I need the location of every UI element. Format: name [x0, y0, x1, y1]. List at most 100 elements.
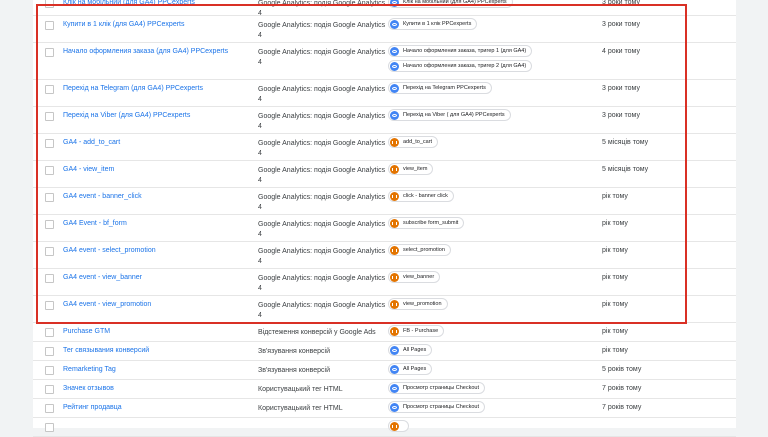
row-checkbox[interactable] — [45, 112, 54, 121]
trigger-chip[interactable]: Просмотр страницы Checkout — [388, 401, 486, 413]
last-edited-date: рік тому — [602, 347, 628, 354]
trigger-chip[interactable]: subscribe form_submit — [388, 217, 465, 229]
tag-name-link[interactable]: Рейтинг продавца — [63, 404, 253, 411]
custom-event-trigger-icon — [390, 137, 399, 147]
trigger-label: add_to_cart — [403, 139, 433, 145]
last-edited-date: 7 років тому — [602, 385, 642, 392]
tag-name-link[interactable]: GA4 - view_item — [63, 166, 253, 173]
table-row[interactable]: GA4 event - select_promotion Google Analy… — [33, 242, 736, 269]
row-checkbox[interactable] — [45, 274, 54, 283]
trigger-chip[interactable]: click - banner click — [388, 190, 454, 202]
table-row[interactable]: Remarketing Tag Зв'язування конверсій All … — [33, 361, 736, 380]
trigger-chip[interactable]: FB - Purchase — [388, 325, 445, 337]
trigger-chip[interactable]: select_promotion — [388, 244, 451, 256]
trigger-chip[interactable] — [388, 420, 409, 432]
table-row[interactable]: Перехід на Viber (для GA4) PPCexperts Goo… — [33, 107, 736, 134]
row-checkbox[interactable] — [45, 48, 54, 57]
trigger-chip[interactable]: view_banner — [388, 271, 441, 283]
trigger-chip[interactable]: Перехід на Viber ( для GA4) PPCexperts — [388, 109, 511, 121]
trigger-label: All Pages — [403, 366, 427, 372]
table-row[interactable]: Рейтинг продавца Користувацький тег HTML П… — [33, 399, 736, 418]
row-checkbox[interactable] — [45, 347, 54, 356]
row-checkbox[interactable] — [45, 385, 54, 394]
tag-name-link[interactable]: Purchase GTM — [63, 328, 253, 335]
trigger-chip[interactable]: Перехід на Telegram PPCexperts — [388, 82, 492, 94]
row-checkbox[interactable] — [45, 139, 54, 148]
trigger-chip[interactable]: All Pages — [388, 363, 433, 375]
trigger-chip[interactable]: view_item — [388, 163, 434, 175]
custom-event-trigger-icon — [390, 421, 399, 431]
tag-name-link[interactable]: Начало оформления заказа (для GA4) PPCex… — [63, 48, 253, 55]
row-checkbox[interactable] — [45, 328, 54, 337]
row-checkbox[interactable] — [45, 366, 54, 375]
custom-event-trigger-icon — [390, 272, 399, 282]
row-checkbox[interactable] — [45, 247, 54, 256]
table-row[interactable]: Купити в 1 клік (для GA4) PPCexperts Goog… — [33, 16, 736, 43]
tag-name-link[interactable]: Перехід на Telegram (для GA4) PPCexperts — [63, 85, 253, 92]
row-checkbox[interactable] — [45, 193, 54, 202]
firing-triggers: FB - Purchase — [388, 325, 445, 340]
table-row[interactable]: GA4 event - view_promotion Google Analyti… — [33, 296, 736, 323]
table-row[interactable]: Значек отзывов Користувацький тег HTML Про… — [33, 380, 736, 399]
row-checkbox[interactable] — [45, 404, 54, 413]
tag-type: Google Analytics: подія Google Analytics… — [258, 302, 386, 319]
tag-type: Користувацький тег HTML — [258, 386, 343, 393]
trigger-chip[interactable]: Просмотр страницы Checkout — [388, 382, 486, 394]
tag-type: Google Analytics: подія Google Analytics… — [258, 248, 386, 265]
firing-triggers: Перехід на Telegram PPCexperts — [388, 82, 492, 97]
tag-name-link[interactable]: GA4 - add_to_cart — [63, 139, 253, 146]
row-checkbox[interactable] — [45, 85, 54, 94]
trigger-label: view_banner — [403, 274, 435, 280]
tag-type: Google Analytics: подія Google Analytics… — [258, 140, 386, 157]
tag-type: Google Analytics: подія Google Analytics… — [258, 221, 386, 238]
firing-triggers: add_to_cart — [388, 136, 439, 151]
tag-name-link[interactable]: Remarketing Tag — [63, 366, 253, 373]
trigger-chip[interactable]: Начало оформления заказа, тригер 1 (для … — [388, 45, 533, 57]
table-row[interactable]: GA4 Event - bf_form Google Analytics: под… — [33, 215, 736, 242]
tag-type: Google Analytics: подія Google Analytics… — [258, 86, 386, 103]
trigger-label: All Pages — [403, 347, 427, 353]
firing-triggers: All Pages — [388, 363, 433, 378]
trigger-chip[interactable]: view_promotion — [388, 298, 448, 310]
click-trigger-icon — [390, 0, 399, 7]
tag-name-link[interactable]: Значек отзывов — [63, 385, 253, 392]
custom-event-trigger-icon — [390, 245, 399, 255]
table-row[interactable]: GA4 - view_item Google Analytics: подія G… — [33, 161, 736, 188]
row-checkbox[interactable] — [45, 21, 54, 30]
table-row[interactable]: Перехід на Telegram (для GA4) PPCexperts… — [33, 80, 736, 107]
table-row[interactable]: GA4 event - banner_click Google Analytics… — [33, 188, 736, 215]
tag-name-link[interactable]: GA4 event - view_banner — [63, 274, 253, 281]
trigger-chip[interactable]: Купити в 1 клік PPCexperts — [388, 18, 478, 30]
tag-name-link[interactable]: Купити в 1 клік (для GA4) PPCexperts — [63, 21, 253, 28]
click-trigger-icon — [390, 83, 399, 93]
tag-name-link[interactable]: GA4 event - banner_click — [63, 193, 253, 200]
trigger-chip[interactable]: add_to_cart — [388, 136, 439, 148]
tag-name-link[interactable]: GA4 event - select_promotion — [63, 247, 253, 254]
last-edited-date: рік тому — [602, 301, 628, 308]
last-edited-date: рік тому — [602, 247, 628, 254]
trigger-chip[interactable]: All Pages — [388, 344, 433, 356]
trigger-chip[interactable]: Начало оформления заказа, тригер 2 (для … — [388, 60, 533, 72]
table-row[interactable]: GA4 event - view_banner Google Analytics:… — [33, 269, 736, 296]
tag-name-link[interactable]: GA4 Event - bf_form — [63, 220, 253, 227]
last-edited-date: 3 роки тому — [602, 112, 640, 119]
tag-name-link[interactable]: GA4 event - view_promotion — [63, 301, 253, 308]
custom-event-trigger-icon — [390, 299, 399, 309]
row-checkbox[interactable] — [45, 220, 54, 229]
row-checkbox[interactable] — [45, 301, 54, 310]
tag-name-link[interactable]: Клік на мобільний (для GA4) PPCexperts — [63, 0, 253, 6]
row-checkbox[interactable] — [45, 166, 54, 175]
trigger-label: select_promotion — [403, 247, 445, 253]
row-checkbox[interactable] — [45, 0, 54, 8]
page-view-trigger-icon — [390, 383, 399, 393]
table-row[interactable]: Начало оформления заказа (для GA4) PPCex… — [33, 43, 736, 80]
last-edited-date: рік тому — [602, 328, 628, 335]
table-row[interactable]: Тег связывания конверсий Зв'язування конв… — [33, 342, 736, 361]
table-row[interactable]: Purchase GTM Відстеження конверсій у Goog… — [33, 323, 736, 342]
table-row[interactable]: GA4 - add_to_cart Google Analytics: подія… — [33, 134, 736, 161]
tag-name-link[interactable]: Перехід на Viber (для GA4) PPCexperts — [63, 112, 253, 119]
trigger-chip[interactable]: Клік на мобільний (для GA4) PPCexperts — [388, 0, 513, 8]
table-row[interactable]: Клік на мобільний (для GA4) PPCexperts Go… — [33, 0, 736, 17]
tag-name-link[interactable]: Тег связывания конверсий — [63, 347, 253, 354]
click-trigger-icon — [390, 61, 399, 71]
